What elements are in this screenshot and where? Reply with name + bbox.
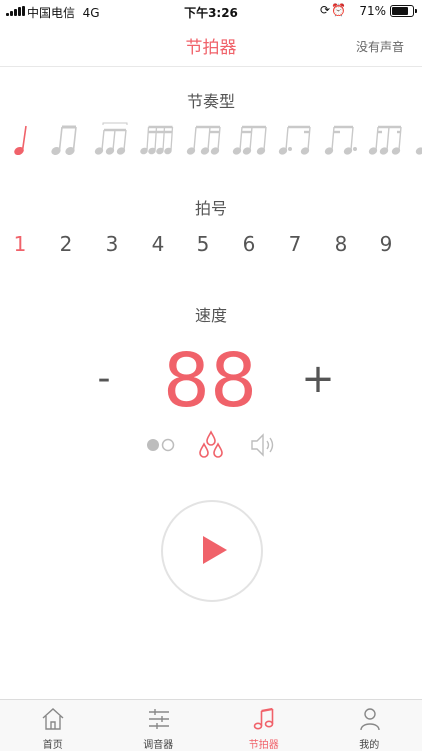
rhythm-title: 节奏型	[0, 88, 422, 112]
tab-tuner-label: 调音器	[106, 736, 212, 751]
home-icon	[41, 706, 65, 732]
speaker-icon[interactable]	[248, 430, 278, 460]
tempo-increase-button[interactable]: +	[298, 356, 338, 402]
rhythm-eighth-two-sixteenths-icon[interactable]	[186, 120, 222, 160]
tempo-decrease-button[interactable]: -	[86, 358, 122, 399]
beat-option-5[interactable]: 5	[188, 232, 218, 256]
rhythm-dotted-eighth-sixteenth-icon[interactable]	[278, 120, 314, 160]
battery-icon	[390, 5, 414, 17]
alarm-icon: ⏰	[331, 3, 346, 17]
rhythm-two-sixteenths-eighth-icon[interactable]	[232, 120, 268, 160]
rhythm-four-sixteenths-icon[interactable]	[140, 120, 176, 160]
tab-home[interactable]: 首页	[0, 700, 106, 751]
mute-button[interactable]: 没有声音	[356, 38, 404, 55]
rhythm-quarter-icon[interactable]	[12, 120, 32, 160]
time-signature-title: 拍号	[0, 195, 422, 219]
nav-bar: 节拍器 没有声音	[0, 22, 422, 67]
sliders-icon	[147, 706, 171, 732]
beat-option-2[interactable]: 2	[51, 232, 81, 256]
tab-home-label: 首页	[0, 736, 106, 751]
rhythm-more-icon[interactable]	[414, 120, 422, 160]
status-bar: 中国电信 4G 下午3:26 ⟳ ⏰ 71%	[0, 0, 422, 22]
tab-bar: 首页 调音器 节拍器 我的	[0, 699, 422, 751]
tab-metronome[interactable]: 节拍器	[211, 700, 317, 751]
dots-toggle-icon[interactable]	[144, 430, 178, 460]
tempo-value: 88	[130, 338, 290, 424]
tab-tuner[interactable]: 调音器	[106, 700, 212, 751]
water-drops-icon[interactable]	[196, 430, 226, 460]
rhythm-triplet-icon[interactable]	[94, 120, 130, 160]
play-button[interactable]	[161, 500, 263, 602]
beat-option-7[interactable]: 7	[280, 232, 310, 256]
beat-selector: 1 2 3 4 5 6 7 8 9	[0, 232, 422, 258]
tab-metronome-label: 节拍器	[211, 736, 317, 751]
battery-percent: 71%	[359, 4, 386, 18]
rhythm-two-eighths-icon[interactable]	[50, 120, 80, 160]
beat-option-1[interactable]: 1	[5, 232, 35, 256]
tempo-title: 速度	[0, 302, 422, 326]
beat-option-8[interactable]: 8	[326, 232, 356, 256]
beat-option-4[interactable]: 4	[143, 232, 173, 256]
person-icon	[358, 706, 382, 732]
beat-option-3[interactable]: 3	[97, 232, 127, 256]
tab-me[interactable]: 我的	[317, 700, 422, 751]
beat-option-9[interactable]: 9	[371, 232, 401, 256]
music-note-icon	[252, 706, 276, 732]
rhythm-pattern-row[interactable]	[0, 120, 422, 160]
rotation-lock-icon: ⟳	[320, 3, 330, 17]
rhythm-sixteenth-dotted-eighth-icon[interactable]	[324, 120, 360, 160]
beat-option-6[interactable]: 6	[234, 232, 264, 256]
play-icon	[201, 534, 229, 566]
rhythm-syncopated-icon[interactable]	[368, 120, 404, 160]
tab-me-label: 我的	[317, 736, 422, 751]
